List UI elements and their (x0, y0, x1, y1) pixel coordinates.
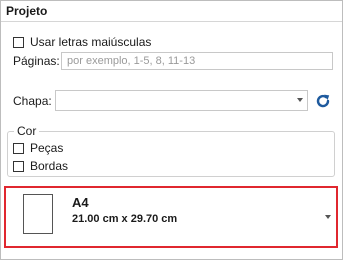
paper-name: A4 (72, 195, 89, 210)
project-panel: Projeto Usar letras maiúsculas Páginas: … (0, 0, 343, 260)
pages-input[interactable]: por exemplo, 1-5, 8, 11-13 (61, 52, 333, 70)
chevron-down-icon (325, 215, 331, 219)
pieces-checkbox[interactable] (13, 142, 24, 154)
uppercase-label: Usar letras maiúsculas (30, 35, 152, 49)
uppercase-option[interactable]: Usar letras maiúsculas (13, 35, 151, 49)
refresh-icon[interactable] (314, 92, 332, 110)
sheet-label: Chapa: (13, 94, 52, 108)
paper-size-selector[interactable]: A4 21.00 cm x 29.70 cm (4, 186, 338, 248)
section-title: Projeto (6, 4, 48, 18)
chevron-down-icon (297, 98, 303, 102)
color-groupbox: Cor Peças Bordas (7, 124, 335, 177)
paper-dimensions: 21.00 cm x 29.70 cm (72, 213, 178, 225)
title-divider (1, 21, 342, 22)
edges-label: Bordas (30, 159, 69, 173)
pieces-label: Peças (30, 141, 64, 155)
color-option-pieces[interactable]: Peças (13, 141, 63, 155)
pages-label: Páginas: (13, 54, 60, 68)
sheet-select[interactable] (55, 90, 308, 111)
edges-checkbox[interactable] (13, 160, 24, 172)
paper-icon (23, 194, 53, 234)
uppercase-checkbox[interactable] (13, 36, 24, 48)
color-group-legend: Cor (14, 124, 40, 138)
color-option-edges[interactable]: Bordas (13, 159, 68, 173)
